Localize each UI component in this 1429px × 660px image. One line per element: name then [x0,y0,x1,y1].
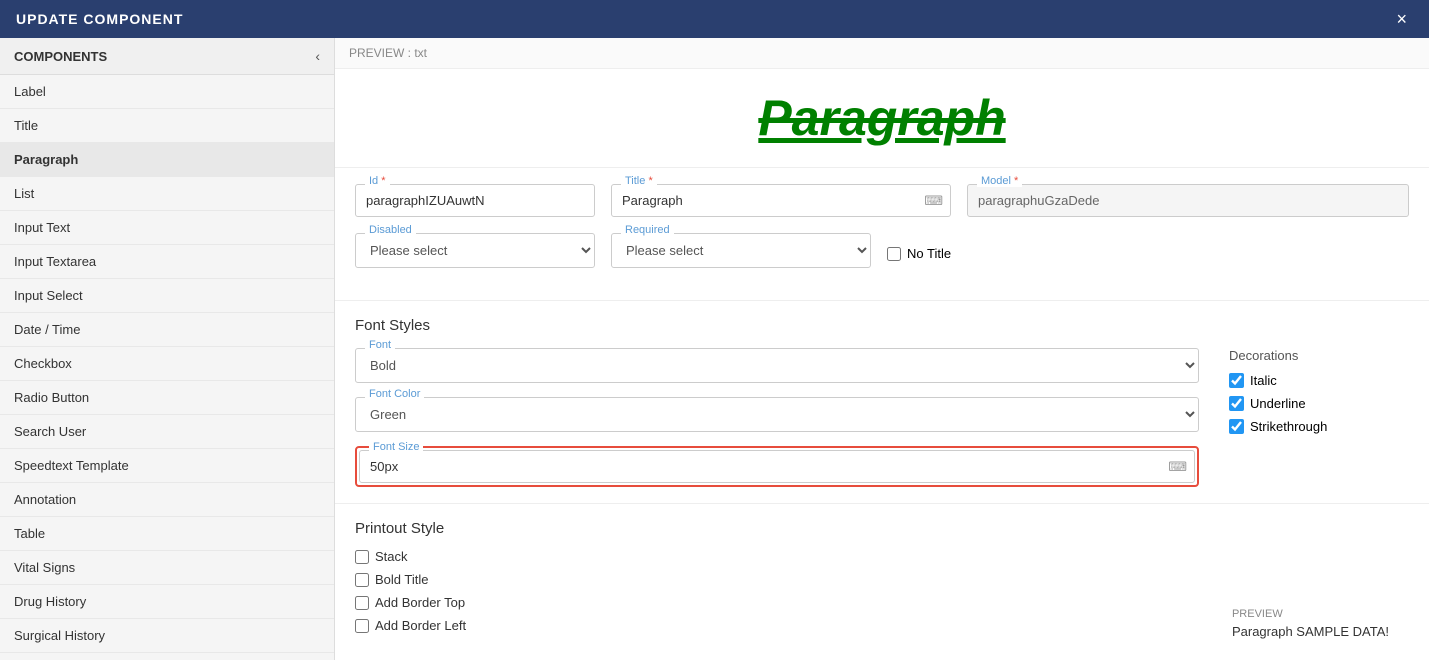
font-size-group: Font Size ⌨ [355,446,1199,487]
sidebar-title: COMPONENTS [14,49,107,64]
add-border-top-checkbox[interactable] [355,596,369,610]
sidebar-item-radio-button[interactable]: Radio Button [0,381,334,415]
stack-label: Stack [375,549,408,564]
printout-section: Printout Style Stack Bold Title Add B [335,504,1429,649]
strikethrough-label: Strikethrough [1250,419,1327,434]
sidebar: COMPONENTS ‹ Label Title Paragraph List … [0,38,335,660]
preview-sample: PREVIEW Paragraph SAMPLE DATA! [1232,608,1389,639]
title-label: Title * [621,175,657,187]
font-size-label: Font Size [369,441,423,453]
stack-checkbox[interactable] [355,550,369,564]
font-size-input[interactable] [359,450,1195,483]
preview-bar-label: PREVIEW : txt [349,46,427,60]
sidebar-item-workups[interactable]: Work-ups / Results Diagnostics [0,653,334,660]
disabled-field-group: Disabled Please select [355,233,595,268]
sidebar-item-annotation[interactable]: Annotation [0,483,334,517]
add-border-top-label: Add Border Top [375,595,465,610]
id-title-row: Id * Title * [355,184,1409,217]
modal-title: UPDATE COMPONENT [16,11,183,27]
sidebar-item-vital-signs[interactable]: Vital Signs [0,551,334,585]
required-field-group: Required Please select [611,233,871,268]
sidebar-item-date-time[interactable]: Date / Time [0,313,334,347]
disabled-label: Disabled [365,224,416,236]
sidebar-item-title[interactable]: Title [0,109,334,143]
sidebar-item-list[interactable]: List [0,177,334,211]
font-styles-inner: Font Bold Normal Light Font Color [355,348,1409,487]
bold-title-checkbox[interactable] [355,573,369,587]
no-title-label: No Title [907,246,951,261]
modal-header: UPDATE COMPONENT × [0,0,1429,38]
font-color-select[interactable]: Green Red Blue Black [355,397,1199,432]
sidebar-item-checkbox[interactable]: Checkbox [0,347,334,381]
stack-item: Stack [355,549,1409,564]
id-field-group: Id * [355,184,595,217]
preview-area: Paragraph [335,69,1429,168]
preview-sample-label: PREVIEW [1232,608,1389,620]
font-select[interactable]: Bold Normal Light [355,348,1199,383]
bold-title-item: Bold Title [355,572,1409,587]
decorations-group: Decorations Italic Underline [1229,348,1409,442]
disabled-select[interactable]: Please select [355,233,595,268]
required-label: Required [621,224,674,236]
sidebar-item-input-text[interactable]: Input Text [0,211,334,245]
font-styles-title: Font Styles [355,317,1409,334]
italic-label: Italic [1250,373,1277,388]
underline-checkbox[interactable] [1229,396,1244,411]
italic-decoration: Italic [1229,373,1409,388]
sidebar-item-table[interactable]: Table [0,517,334,551]
font-color-label: Font Color [365,388,424,400]
model-field-group: Model * [967,184,1409,217]
italic-checkbox[interactable] [1229,373,1244,388]
underline-label: Underline [1250,396,1306,411]
sidebar-item-label[interactable]: Label [0,75,334,109]
modal-close-button[interactable]: × [1390,7,1413,32]
sidebar-item-drug-history[interactable]: Drug History [0,585,334,619]
sidebar-item-search-user[interactable]: Search User [0,415,334,449]
sidebar-item-surgical-history[interactable]: Surgical History [0,619,334,653]
font-size-icon: ⌨ [1168,459,1187,475]
font-label: Font [365,339,395,351]
printout-title: Printout Style [355,520,1409,537]
font-color-field-group: Font Color Green Red Blue Black [355,397,1199,432]
sidebar-item-input-select[interactable]: Input Select [0,279,334,313]
title-field-icon: ⌨ [924,193,943,209]
model-label: Model * [977,175,1022,187]
preview-sample-text: Paragraph SAMPLE DATA! [1232,624,1389,639]
sidebar-header: COMPONENTS ‹ [0,38,334,75]
model-input [967,184,1409,217]
bold-title-label: Bold Title [375,572,428,587]
main-content: PREVIEW : txt Paragraph Id * [335,38,1429,660]
font-size-field-group: Font Size ⌨ [359,450,1195,483]
required-select[interactable]: Please select [611,233,871,268]
font-size-input-wrapper: ⌨ [359,450,1195,483]
id-input[interactable] [355,184,595,217]
sidebar-item-paragraph[interactable]: Paragraph [0,143,334,177]
id-title-model-section: Id * Title * [335,168,1429,301]
sidebar-item-speedtext[interactable]: Speedtext Template [0,449,334,483]
sidebar-collapse-button[interactable]: ‹ [315,48,320,64]
decorations-title: Decorations [1229,348,1409,363]
sidebar-item-input-textarea[interactable]: Input Textarea [0,245,334,279]
preview-bar: PREVIEW : txt [335,38,1429,69]
title-input-wrapper: ⌨ [611,184,951,217]
title-field-group: Title * ⌨ [611,184,951,217]
no-title-group: No Title [887,240,1007,261]
add-border-left-checkbox[interactable] [355,619,369,633]
underline-decoration: Underline [1229,396,1409,411]
disabled-required-row: Disabled Please select Required [355,233,1409,268]
title-input[interactable] [611,184,951,217]
font-styles-section: Font Styles Font Bold Normal Light [335,301,1429,504]
no-title-checkbox[interactable] [887,247,901,261]
strikethrough-checkbox[interactable] [1229,419,1244,434]
modal-body: COMPONENTS ‹ Label Title Paragraph List … [0,38,1429,660]
add-border-left-label: Add Border Left [375,618,466,633]
strikethrough-decoration: Strikethrough [1229,419,1409,434]
id-label: Id * [365,175,390,187]
preview-paragraph-text: Paragraph [758,89,1005,147]
font-fields: Font Bold Normal Light Font Color [355,348,1199,487]
font-field-group: Font Bold Normal Light [355,348,1199,383]
